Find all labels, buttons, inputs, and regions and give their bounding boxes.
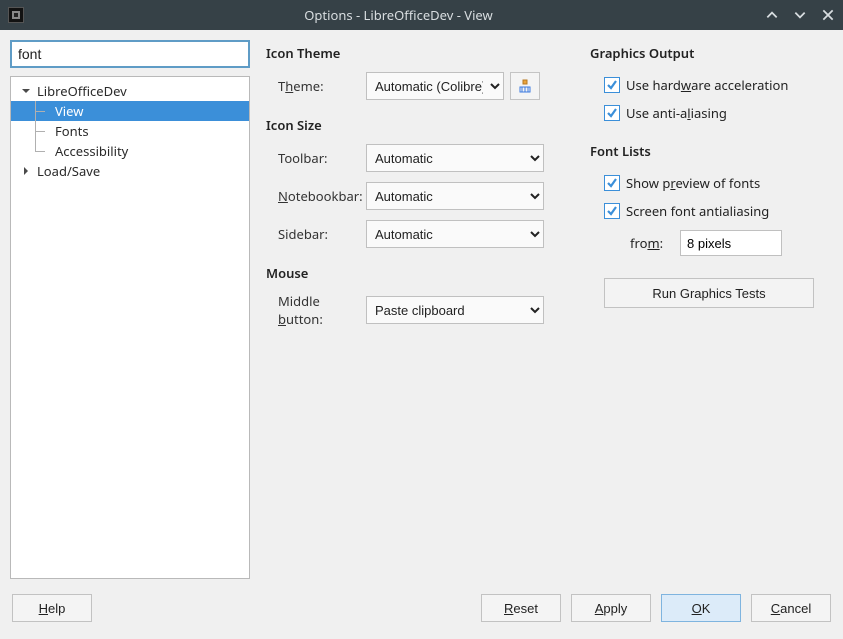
middle-button-label: Middle button: (266, 292, 366, 328)
tree-item-accessibility[interactable]: Accessibility (11, 141, 249, 161)
toolbar-label: Toolbar: (266, 149, 366, 167)
run-graphics-tests-button[interactable]: Run Graphics Tests (604, 278, 814, 308)
tree-item-load-save[interactable]: Load/Save (11, 161, 249, 181)
tree-item-libreofficedev[interactable]: LibreOfficeDev (11, 81, 249, 101)
notebookbar-label: Notebookbar: (266, 187, 366, 205)
section-mouse: Mouse (266, 264, 566, 282)
tree-item-label: LibreOfficeDev (37, 82, 127, 100)
theme-extension-button[interactable] (510, 72, 540, 100)
close-button[interactable] (821, 8, 835, 22)
sidebar-size-select[interactable]: Automatic (366, 220, 544, 248)
maximize-button[interactable] (793, 8, 807, 22)
ok-button[interactable]: OK (661, 594, 741, 622)
from-pixels-spinbox[interactable] (680, 230, 782, 256)
from-pixels-input[interactable] (681, 231, 843, 255)
dialog-footer: Help Reset Apply OK Cancel (0, 589, 843, 639)
chevron-right-icon[interactable] (19, 164, 33, 178)
reset-button[interactable]: Reset (481, 594, 561, 622)
apply-button[interactable]: Apply (571, 594, 651, 622)
notebookbar-size-select[interactable]: Automatic (366, 182, 544, 210)
tree-item-fonts[interactable]: Fonts (11, 121, 249, 141)
options-tree[interactable]: LibreOfficeDev View Fonts Accessibility Load… (10, 76, 250, 579)
antialiasing-label: Use anti-aliasing (626, 104, 727, 122)
middle-button-select[interactable]: Paste clipboard (366, 296, 544, 324)
sidebar-label: Sidebar: (266, 225, 366, 243)
section-icon-theme: Icon Theme (266, 44, 566, 62)
main-pane: Icon Theme Theme: Automatic (Colibre) Ic… (266, 40, 833, 579)
theme-select[interactable]: Automatic (Colibre) (366, 72, 504, 100)
theme-label: Theme: (266, 77, 366, 95)
app-icon (8, 7, 24, 23)
dialog-content: LibreOfficeDev View Fonts Accessibility Load… (0, 30, 843, 589)
minimize-button[interactable] (765, 8, 779, 22)
tree-item-label: Load/Save (37, 162, 100, 180)
screen-font-aa-checkbox[interactable]: Screen font antialiasing (590, 202, 833, 220)
tree-guide (33, 101, 51, 121)
check-icon (604, 105, 620, 121)
check-icon (604, 203, 620, 219)
font-preview-label: Show preview of fonts (626, 174, 760, 192)
help-button[interactable]: Help (12, 594, 92, 622)
tree-guide (33, 121, 51, 141)
tree-item-view[interactable]: View (11, 101, 249, 121)
titlebar: Options - LibreOfficeDev - View (0, 0, 843, 30)
hardware-accel-checkbox[interactable]: Use hardware acceleration (590, 76, 833, 94)
tree-item-label: Accessibility (55, 142, 128, 160)
hardware-accel-label: Use hardware acceleration (626, 76, 788, 94)
screen-font-aa-label: Screen font antialiasing (626, 202, 769, 220)
cancel-button[interactable]: Cancel (751, 594, 831, 622)
toolbar-size-select[interactable]: Automatic (366, 144, 544, 172)
tree-item-label: Fonts (55, 122, 89, 140)
window-title: Options - LibreOfficeDev - View (32, 6, 765, 24)
check-icon (604, 175, 620, 191)
section-font-lists: Font Lists (590, 142, 833, 160)
tree-guide (33, 141, 51, 161)
from-label: from: (630, 234, 680, 252)
font-preview-checkbox[interactable]: Show preview of fonts (590, 174, 833, 192)
chevron-down-icon[interactable] (19, 84, 33, 98)
section-graphics-output: Graphics Output (590, 44, 833, 62)
section-icon-size: Icon Size (266, 116, 566, 134)
left-pane: LibreOfficeDev View Fonts Accessibility Load… (10, 40, 250, 579)
search-input[interactable] (10, 40, 250, 68)
tree-item-label: View (55, 102, 83, 120)
antialiasing-checkbox[interactable]: Use anti-aliasing (590, 104, 833, 122)
check-icon (604, 77, 620, 93)
